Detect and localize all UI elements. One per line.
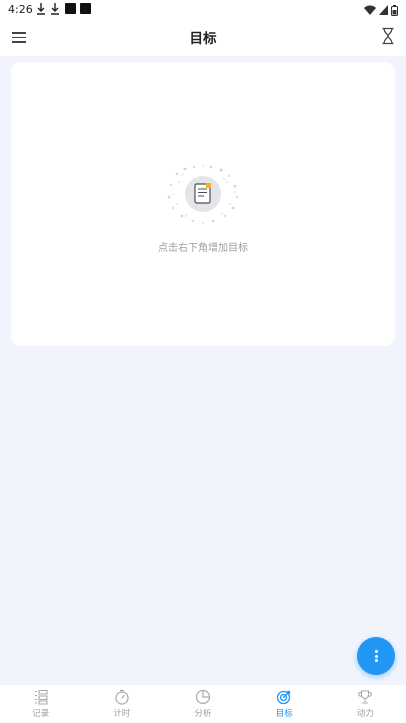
empty-document-icon xyxy=(167,164,238,224)
empty-state-message: 点击右下角增加目标 xyxy=(158,243,248,254)
trophy-icon xyxy=(358,690,373,704)
status-indicators xyxy=(364,3,398,17)
nav-label: 分析 xyxy=(194,709,212,719)
page-title: 目标 xyxy=(189,31,217,47)
notification-app-icon xyxy=(65,3,76,14)
nav-item-timer[interactable]: 计时 xyxy=(81,685,162,723)
stopwatch-icon xyxy=(115,689,129,705)
nav-item-goals[interactable]: 目标 xyxy=(244,685,325,723)
download-icon xyxy=(37,3,45,15)
records-list-icon xyxy=(34,689,48,705)
nav-label: 目标 xyxy=(275,709,293,719)
nav-item-analysis[interactable]: 分析 xyxy=(162,685,243,723)
nav-label: 记录 xyxy=(32,709,50,719)
pie-chart-icon xyxy=(195,689,211,705)
notification-app-icon xyxy=(80,3,91,14)
more-options-fab[interactable] xyxy=(357,637,395,675)
hourglass-icon[interactable] xyxy=(380,27,396,45)
bottom-nav: 记录 计时 分析 目标 动力 xyxy=(0,685,406,723)
signal-icon xyxy=(379,5,388,15)
battery-icon xyxy=(391,4,398,16)
download-icon xyxy=(51,3,59,15)
status-time: 4:26 xyxy=(8,3,33,16)
nav-item-records[interactable]: 记录 xyxy=(0,685,81,723)
target-icon xyxy=(277,690,291,705)
nav-label: 计时 xyxy=(113,709,131,719)
app-bar: 目标 xyxy=(0,20,406,56)
nav-item-motivation[interactable]: 动力 xyxy=(325,685,406,723)
wifi-icon xyxy=(364,5,376,15)
goals-card: 点击右下角增加目标 xyxy=(11,62,395,346)
status-bar: 4:26 xyxy=(0,0,406,20)
nav-label: 动力 xyxy=(356,709,374,719)
